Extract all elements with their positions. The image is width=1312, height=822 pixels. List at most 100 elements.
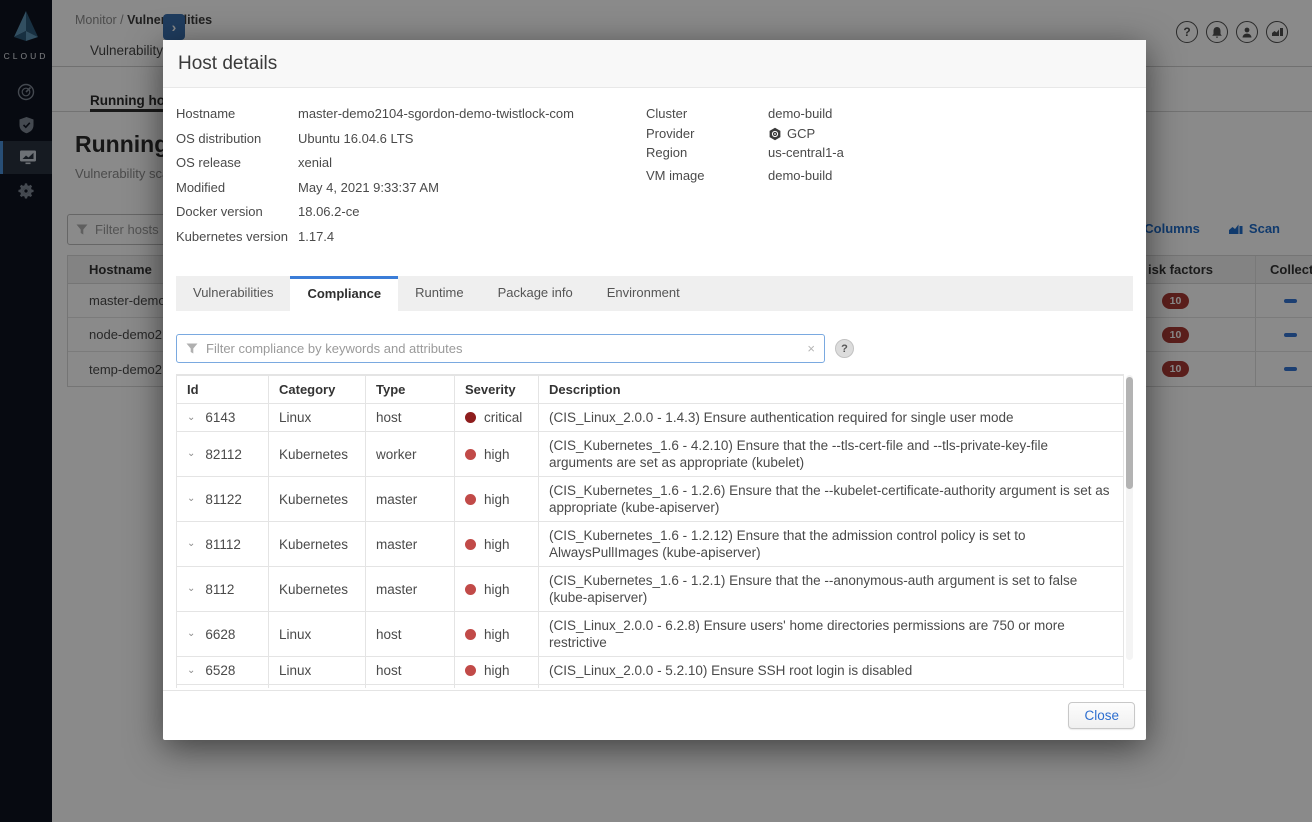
table-row[interactable]: ⌄ 82112 Kubernetes worker high (CIS_Kubernete… (176, 431, 1124, 477)
compliance-description: (CIS_Kubernetes_1.6 - 1.2.6) Ensure that… (538, 476, 1124, 522)
detail-label: Cluster (646, 106, 688, 121)
detail-label: OS distribution (176, 130, 262, 146)
detail-value: master-demo2104-sgordon-demo-twistlock-c… (298, 106, 574, 121)
modal-footer: Close (163, 690, 1146, 740)
detail-row: Region us-central1-a (646, 144, 1133, 162)
detail-row: Kubernetes version 1.17.4 (176, 228, 646, 246)
compliance-category: Linux (268, 656, 366, 685)
modal-tab-package-info[interactable]: Package info (481, 276, 590, 311)
severity-label: high (484, 663, 510, 678)
severity-label: high (484, 626, 510, 642)
clear-filter-icon[interactable]: × (807, 341, 815, 356)
compliance-type: host (365, 684, 455, 688)
compliance-type: host (365, 403, 455, 432)
host-details-section: Hostname master-demo2104-sgordon-demo-twi… (176, 105, 1133, 252)
compliance-type: master (365, 476, 455, 522)
host-details-left-column: Hostname master-demo2104-sgordon-demo-twi… (176, 105, 646, 252)
table-row[interactable]: ⌄ 81122 Kubernetes master high (CIS_Kubernete… (176, 476, 1124, 522)
detail-value: GCP (768, 125, 815, 143)
detail-value: 1.17.4 (298, 228, 335, 244)
column-header-severity[interactable]: Severity (454, 375, 539, 404)
compliance-category: Kubernetes (268, 566, 366, 612)
table-row[interactable]: ⌄ 6143 Linux host critical (CIS_Linux_2.0.0 -… (176, 403, 1124, 432)
severity-dot-icon (465, 665, 476, 676)
detail-label: VM image (646, 168, 705, 183)
detail-value: demo-build (768, 106, 833, 121)
column-header-type[interactable]: Type (365, 375, 455, 404)
close-button[interactable]: Close (1068, 702, 1135, 729)
compliance-category: Kubernetes (268, 476, 366, 522)
compliance-id: 8112 (205, 581, 235, 597)
severity-label: high (484, 536, 510, 552)
scrollbar-thumb[interactable] (1126, 377, 1133, 489)
compliance-category: Linux (268, 403, 366, 432)
column-header-description[interactable]: Description (538, 375, 1124, 404)
detail-label: Provider (646, 125, 695, 141)
chevron-down-icon[interactable]: ⌄ (187, 412, 195, 423)
severity-dot-icon (465, 448, 476, 460)
modal-title: Host details (178, 52, 278, 74)
detail-value: 18.06.2-ce (298, 204, 360, 219)
severity-label: high (484, 446, 510, 462)
severity-label: high (484, 581, 510, 597)
table-row[interactable]: ⌄ 6528 Linux host high (CIS_Linux_2.0.0 - 5.2… (176, 656, 1124, 685)
detail-row: OS distribution Ubuntu 16.04.6 LTS (176, 130, 646, 148)
compliance-description: (CIS_Linux_2.0.0 - 1.4.3) Ensure authent… (538, 403, 1124, 432)
detail-value: Ubuntu 16.04.6 LTS (298, 130, 414, 146)
table-row[interactable]: ⌄ 6628 Linux host high (CIS_Linux_2.0.0 - 6.2… (176, 611, 1124, 657)
modal-tab-vulnerabilities[interactable]: Vulnerabilities (176, 276, 290, 311)
chevron-down-icon[interactable]: ⌄ (187, 494, 195, 504)
severity-dot-icon (465, 412, 476, 423)
chevron-down-icon[interactable]: ⌄ (187, 665, 195, 676)
compliance-description: (CIS_Kubernetes_1.6 - 1.2.12) Ensure tha… (538, 521, 1124, 567)
detail-row: Docker version 18.06.2-ce (176, 203, 646, 221)
detail-row: Provider GCP (646, 125, 1133, 143)
column-header-id[interactable]: Id (176, 375, 269, 404)
modal-tab-compliance[interactable]: Compliance (290, 276, 399, 311)
compliance-id: 6628 (205, 626, 236, 642)
detail-row: Modified May 4, 2021 9:33:37 AM (176, 179, 646, 197)
compliance-description: (CIS_Linux_2.0.0 - 5.2.10) Ensure SSH ro… (538, 656, 1124, 685)
compliance-type: master (365, 521, 455, 567)
severity-label: high (484, 491, 510, 507)
filter-help-glyph: ? (841, 342, 848, 355)
detail-value: xenial (298, 155, 332, 170)
compliance-id: 82112 (205, 446, 242, 462)
host-details-right-column: Cluster demo-build Provider GCP Region us-cen… (646, 105, 1133, 252)
detail-value: us-central1-a (768, 145, 844, 160)
detail-label: Modified (176, 179, 226, 195)
compliance-category: Linux (268, 611, 366, 657)
compliance-id: 6143 (205, 410, 236, 425)
chevron-down-icon[interactable]: ⌄ (187, 539, 195, 549)
compliance-description: (CIS_Linux_2.0.0 - 5.2.1) Ensure permiss… (538, 684, 1124, 688)
compliance-category: Kubernetes (268, 431, 366, 477)
column-header-category[interactable]: Category (268, 375, 366, 404)
modal-tab-runtime[interactable]: Runtime (398, 276, 480, 311)
severity-dot-icon (465, 493, 476, 505)
compliance-category: Linux (268, 684, 366, 688)
compliance-table-viewport: Id Category Type Severity Description ⌄ 6143 L… (176, 374, 1124, 688)
severity-dot-icon (465, 628, 476, 640)
detail-row: Cluster demo-build (646, 105, 1133, 123)
detail-label: OS release (176, 155, 242, 170)
detail-label: Kubernetes version (176, 228, 289, 244)
filter-funnel-icon (186, 343, 198, 354)
modal-tab-environment[interactable]: Environment (590, 276, 697, 311)
chevron-down-icon[interactable]: ⌄ (187, 584, 195, 594)
table-row[interactable]: ⌄6521Linuxhosthigh(CIS_Linux_2.0.0 - 5.2… (176, 684, 1124, 688)
gcp-icon (769, 127, 781, 140)
compliance-type: worker (365, 431, 455, 477)
detail-row: Hostname master-demo2104-sgordon-demo-twi… (176, 105, 646, 123)
table-scrollbar[interactable] (1126, 375, 1133, 660)
table-row[interactable]: ⌄ 81112 Kubernetes master high (CIS_Kubernete… (176, 521, 1124, 567)
compliance-description: (CIS_Linux_2.0.0 - 6.2.8) Ensure users' … (538, 611, 1124, 657)
compliance-type: host (365, 611, 455, 657)
detail-row: OS release xenial (176, 154, 646, 172)
filter-help-icon[interactable]: ? (835, 339, 854, 358)
chevron-down-icon[interactable]: ⌄ (187, 449, 195, 459)
compliance-filter-input[interactable]: Filter compliance by keywords and attrib… (176, 334, 825, 363)
compliance-id: 81122 (205, 491, 242, 507)
table-row[interactable]: ⌄ 8112 Kubernetes master high (CIS_Kubernetes… (176, 566, 1124, 612)
chevron-down-icon[interactable]: ⌄ (187, 629, 195, 639)
compliance-id: 6528 (205, 663, 236, 678)
